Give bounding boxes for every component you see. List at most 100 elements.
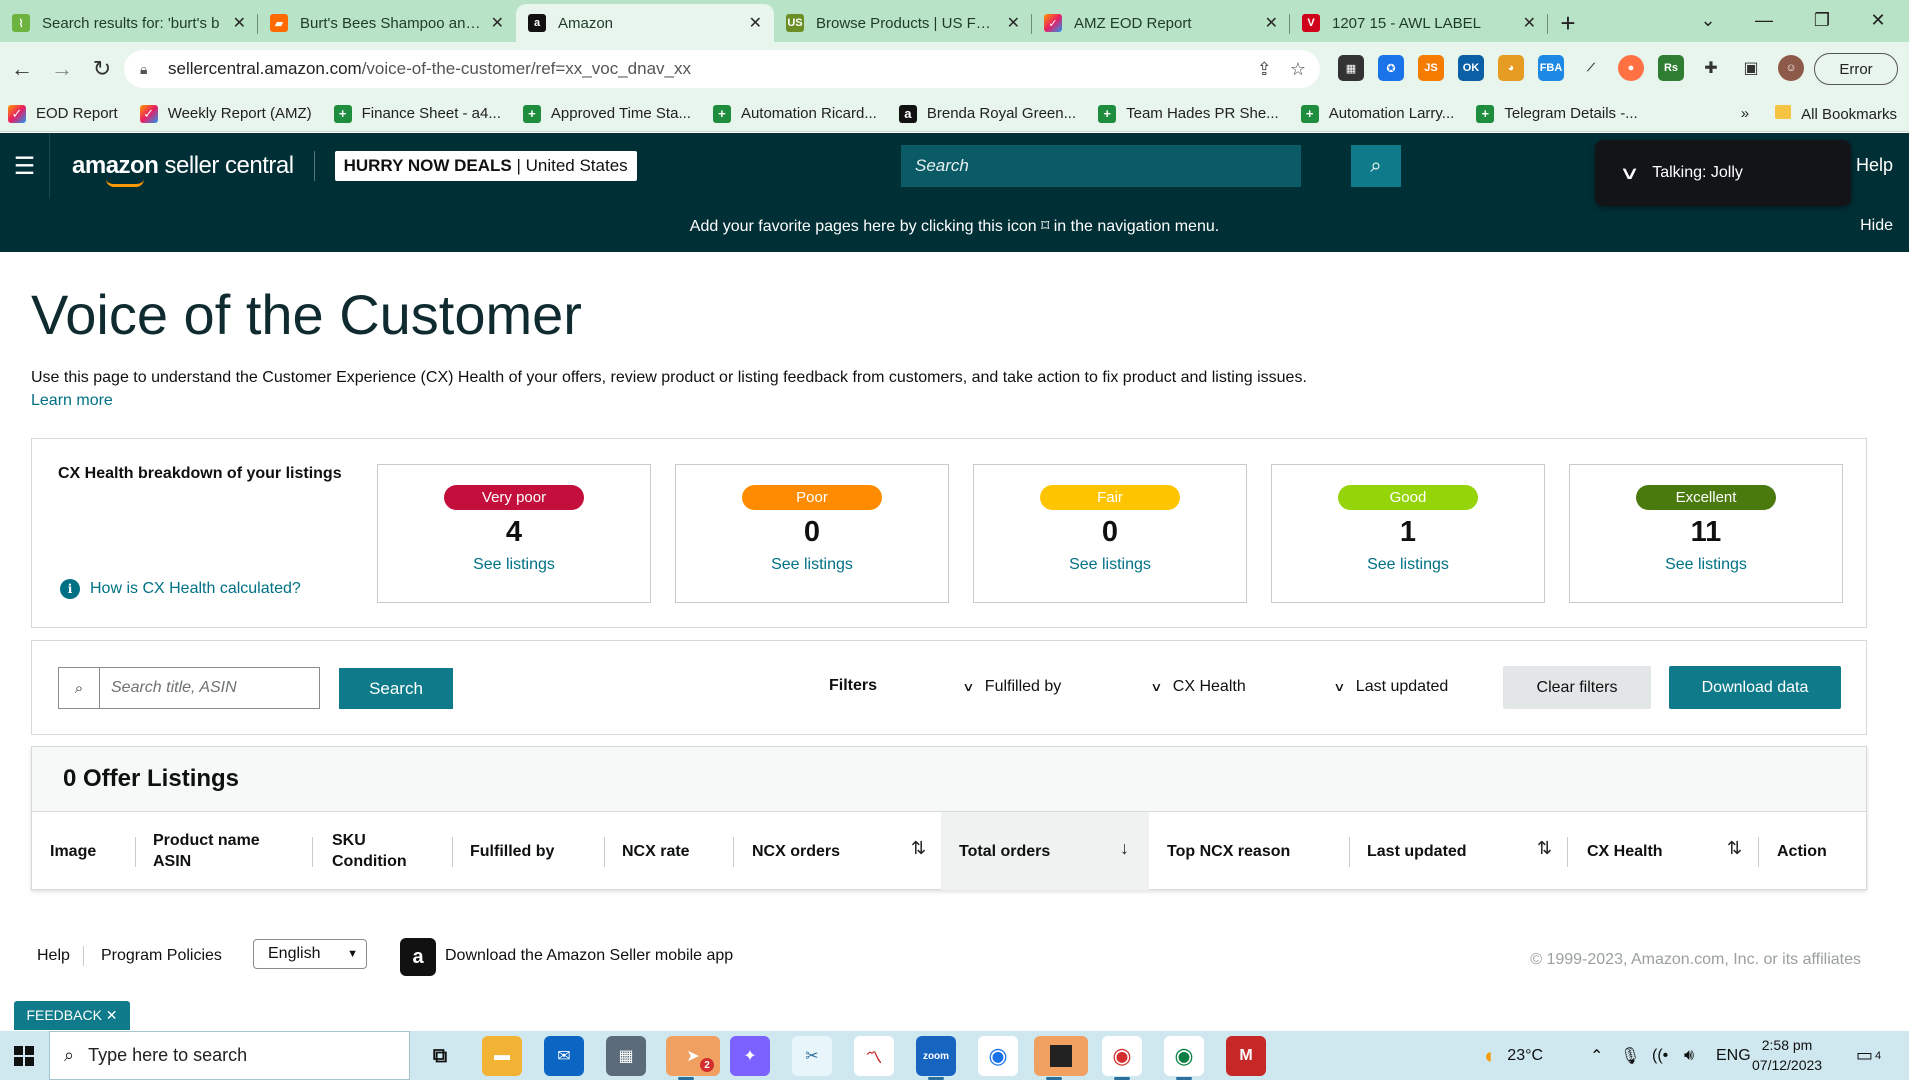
bookmark-star-icon[interactable]: ☆	[1290, 59, 1306, 80]
rs-extension-icon[interactable]: Rs	[1658, 55, 1684, 81]
orange-extension-icon[interactable]: ●	[1618, 55, 1644, 81]
bookmark-brenda-royal[interactable]: a Brenda Royal Green...	[898, 104, 1076, 123]
col-cx-health[interactable]: CX Health	[1587, 812, 1663, 890]
new-tab-button[interactable]: +	[1548, 4, 1588, 42]
chart-app-icon[interactable]: 〽	[854, 1036, 894, 1076]
pen-extension-icon[interactable]: ⟋	[1578, 55, 1604, 81]
puzzle-extension-icon[interactable]: ✚	[1698, 55, 1724, 81]
clock[interactable]: 2:58 pm 07/12/2023	[1752, 1035, 1822, 1075]
blue-extension-icon[interactable]: ✪	[1378, 55, 1404, 81]
close-icon[interactable]: ✕	[1007, 13, 1020, 33]
footer-help-link[interactable]: Help	[37, 947, 70, 965]
language-select[interactable]: English ▼	[253, 939, 367, 969]
share-icon[interactable]: ⇪	[1257, 59, 1272, 80]
sticky-notes-icon[interactable]	[1034, 1036, 1088, 1080]
see-listings-link[interactable]: See listings	[1665, 556, 1747, 574]
address-bar[interactable]: 🔒︎ sellercentral.amazon.com/voice-of-the…	[124, 50, 1320, 88]
listing-search-field[interactable]: ⌕ Search title, ASIN	[58, 667, 320, 709]
forward-icon[interactable]: →	[44, 51, 80, 87]
header-help-link[interactable]: Help	[1856, 155, 1893, 176]
sidepanel-icon[interactable]: ▣	[1738, 55, 1764, 81]
bookmark-finance-sheet[interactable]: + Finance Sheet - a4...	[333, 104, 501, 123]
tab-amazon[interactable]: a Amazon ✕	[516, 4, 774, 42]
close-icon[interactable]: ✕	[1523, 13, 1536, 33]
clear-filters-button[interactable]: Clear filters	[1503, 666, 1651, 709]
microphone-icon[interactable]: 🎙︎	[1620, 1031, 1640, 1080]
col-ncx-orders[interactable]: NCX orders	[752, 812, 840, 890]
see-listings-link[interactable]: See listings	[1367, 556, 1449, 574]
bookmark-team-hades[interactable]: + Team Hades PR She...	[1098, 104, 1279, 123]
download-data-button[interactable]: Download data	[1669, 666, 1841, 709]
mail-icon[interactable]: ✉	[544, 1036, 584, 1076]
minimize-icon[interactable]: —	[1734, 0, 1794, 40]
volume-icon[interactable]: 🔊︎	[1684, 1031, 1694, 1080]
search-button[interactable]: Search	[339, 668, 453, 709]
fba-extension-icon[interactable]: FBA	[1538, 55, 1564, 81]
bookmark-approved-time[interactable]: + Approved Time Sta...	[522, 104, 691, 123]
bookmark-eod-report[interactable]: ✓ EOD Report	[8, 104, 118, 123]
fox-extension-icon[interactable]: ◕	[1498, 55, 1524, 81]
col-last-updated[interactable]: Last updated	[1367, 812, 1467, 890]
see-listings-link[interactable]: See listings	[1069, 556, 1151, 574]
filter-cx-health[interactable]: ∨ CX Health	[1150, 678, 1245, 696]
weather-widget[interactable]: ◐ 23°C	[1484, 1031, 1543, 1080]
sort-desc-arrow-icon[interactable]: ↓	[1120, 838, 1129, 859]
taskbar-search-input[interactable]: ⌕ Type here to search	[49, 1031, 410, 1080]
close-icon[interactable]: ✕	[749, 13, 762, 33]
task-view-icon[interactable]: ⧉	[420, 1036, 460, 1076]
zoom-icon[interactable]: zoom	[916, 1036, 956, 1080]
qr-extension-icon[interactable]: ▦	[1338, 55, 1364, 81]
restore-icon[interactable]: ❐	[1792, 0, 1852, 40]
filter-last-updated[interactable]: ∨ Last updated	[1333, 678, 1448, 696]
filter-fulfilled-by[interactable]: ∨ Fulfilled by	[962, 678, 1061, 696]
amazon-app-icon[interactable]: a	[400, 938, 436, 976]
learn-more-link[interactable]: Learn more	[31, 392, 113, 410]
file-explorer-icon[interactable]: ▬	[482, 1036, 522, 1076]
chrome-icon[interactable]: ◉	[978, 1036, 1018, 1076]
avatar[interactable]: ☺	[1778, 55, 1804, 81]
mcafee-icon[interactable]: M	[1226, 1036, 1266, 1076]
notifications-icon[interactable]: ▭ 4	[1856, 1031, 1881, 1080]
hide-banner-button[interactable]: Hide	[1860, 217, 1893, 235]
close-icon[interactable]: ✕	[233, 13, 246, 33]
menu-hamburger-icon[interactable]: ☰	[0, 133, 50, 199]
back-icon[interactable]: ←	[4, 51, 40, 87]
download-app-link[interactable]: Download the Amazon Seller mobile app	[445, 947, 733, 965]
seller-central-logo[interactable]: amazon seller central	[72, 152, 294, 187]
sort-icon[interactable]: ⇅	[911, 838, 926, 859]
ok-extension-icon[interactable]: OK	[1458, 55, 1484, 81]
col-total-orders[interactable]: Total orders	[941, 812, 1149, 890]
telegram-icon[interactable]: ➤ 2	[666, 1036, 720, 1080]
calculator-icon[interactable]: ▦	[606, 1036, 646, 1076]
tab-burts-bees[interactable]: ▰ Burt's Bees Shampoo and V ✕	[258, 4, 516, 42]
window-close-icon[interactable]: ✕	[1848, 0, 1908, 40]
sort-icon[interactable]: ⇅	[1537, 838, 1552, 859]
bookmarks-overflow-button[interactable]: »	[1741, 105, 1749, 122]
feedback-button[interactable]: FEEDBACK ✕	[14, 1001, 130, 1030]
bookmark-weekly-report[interactable]: ✓ Weekly Report (AMZ)	[139, 104, 312, 123]
js-extension-icon[interactable]: JS	[1418, 55, 1444, 81]
start-button[interactable]	[0, 1031, 48, 1080]
tab-search-chevron-icon[interactable]: ⌄	[1678, 0, 1738, 40]
copilot-icon[interactable]: ✦	[730, 1036, 770, 1076]
header-search-input[interactable]: Search	[901, 145, 1301, 187]
close-icon[interactable]: ✕	[1265, 13, 1278, 33]
marketplace-switcher[interactable]: HURRY NOW DEALS | United States	[334, 151, 637, 181]
all-bookmarks-button[interactable]: All Bookmarks	[1775, 104, 1897, 123]
footer-program-policies-link[interactable]: Program Policies	[101, 947, 222, 965]
tab-search-results[interactable]: ⌇ Search results for: 'burt's b ✕	[0, 4, 258, 42]
reload-icon[interactable]: ↻	[84, 51, 120, 87]
snipping-icon[interactable]: ✂	[792, 1036, 832, 1076]
bookmark-telegram-details[interactable]: + Telegram Details -...	[1476, 104, 1638, 123]
chrome-profile-2-icon[interactable]: ◉	[1164, 1036, 1204, 1080]
header-search-button[interactable]: ⌕	[1351, 145, 1401, 187]
tab-amz-eod-report[interactable]: ✓ AMZ EOD Report ✕	[1032, 4, 1290, 42]
tab-awl-label[interactable]: V 1207 15 - AWL LABEL ✕	[1290, 4, 1548, 42]
talking-indicator[interactable]: ∨ Talking: Jolly	[1595, 140, 1851, 206]
profile-error-button[interactable]: Error	[1814, 53, 1898, 85]
tab-us-foods[interactable]: US Browse Products | US Food ✕	[774, 4, 1032, 42]
chrome-profile-icon[interactable]: ◉	[1102, 1036, 1142, 1080]
tray-chevron-icon[interactable]: ⌃	[1590, 1031, 1603, 1080]
cx-how-calculated-link[interactable]: i How is CX Health calculated?	[60, 579, 301, 599]
bookmark-automation-larry[interactable]: + Automation Larry...	[1300, 104, 1454, 123]
